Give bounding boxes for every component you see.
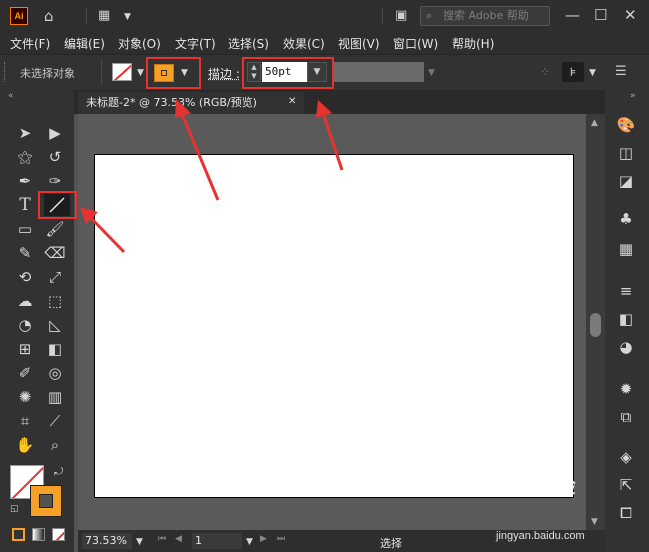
- arrowhead: [175, 99, 191, 118]
- annotation-arrow: [89, 216, 126, 254]
- annotation-arrow: [180, 113, 220, 201]
- watermark-logo: Baidu经验: [480, 476, 576, 498]
- annotation-arrow: [322, 115, 344, 171]
- arrowhead: [316, 100, 332, 118]
- watermark-url: jingyan.baidu.com: [496, 530, 585, 542]
